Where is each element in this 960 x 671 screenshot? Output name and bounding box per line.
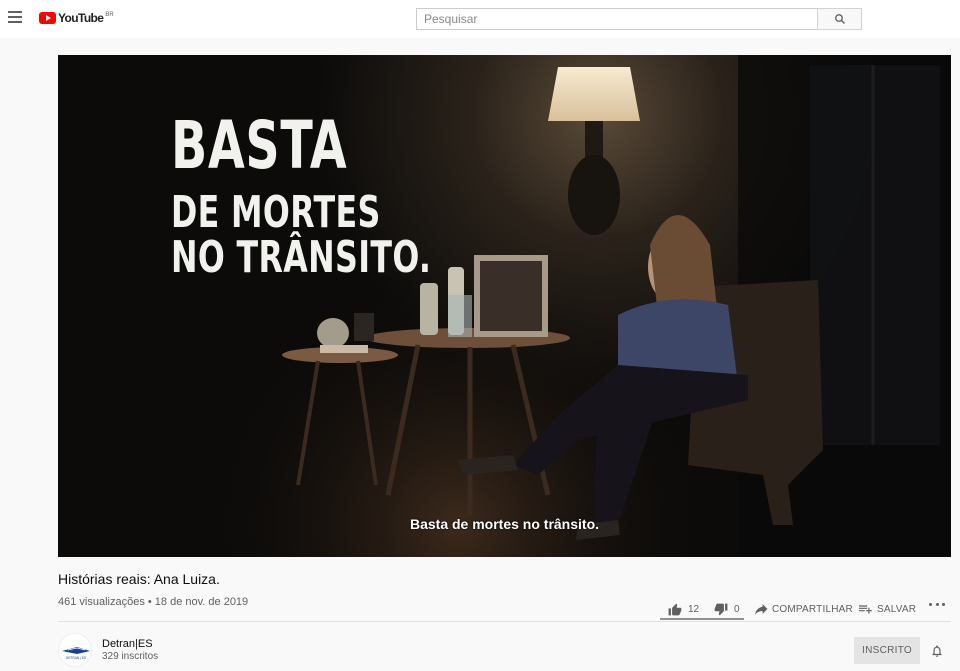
share-button[interactable]: COMPARTILHAR — [755, 596, 853, 622]
avatar-text: DETRAN | ES — [66, 656, 86, 660]
search-icon — [834, 14, 845, 24]
like-icon — [668, 603, 682, 615]
share-icon — [755, 603, 768, 615]
dislike-button[interactable]: 0 — [714, 596, 740, 622]
youtube-logo[interactable]: YouTube BR — [39, 11, 114, 27]
avatar[interactable]: DETRAN | ES — [58, 633, 92, 667]
save-button[interactable]: SALVAR — [859, 596, 916, 622]
more-icon[interactable] — [929, 600, 945, 608]
video-title: Histórias reais: Ana Luiza. — [58, 571, 220, 587]
view-count-date: 461 visualizações • 18 de nov. de 2019 — [58, 596, 249, 608]
masthead: YouTube BR — [0, 0, 960, 38]
like-count: 12 — [688, 603, 700, 615]
bell-icon[interactable] — [930, 644, 944, 658]
dislike-count: 0 — [734, 603, 740, 615]
divider — [58, 621, 951, 622]
share-label: COMPARTILHAR — [772, 603, 853, 615]
logo-text: YouTube — [58, 11, 104, 25]
youtube-logo-icon — [39, 12, 56, 24]
video-subtitle: Basta de mortes no trânsito. — [409, 516, 600, 532]
subscriber-count: 329 inscritos — [102, 651, 159, 662]
save-label: SALVAR — [877, 603, 917, 615]
search-input[interactable] — [416, 8, 818, 30]
overlay-title: BASTA DE MORTES NO TRÂNSITO. — [171, 113, 533, 281]
like-dislike-bar: 12 0 — [660, 591, 744, 620]
search-button[interactable] — [817, 8, 862, 30]
dislike-icon — [714, 603, 728, 615]
overlay-title-line: BASTA — [171, 107, 348, 184]
detran-logo: DETRAN | ES — [62, 647, 90, 660]
overlay-title-line: NO TRÂNSITO. — [171, 232, 432, 283]
channel-name[interactable]: Detran|ES — [102, 638, 153, 650]
logo-country: BR — [105, 12, 114, 18]
overlay-title-line: DE MORTES — [171, 187, 381, 238]
like-button[interactable]: 12 — [668, 596, 699, 622]
menu-icon[interactable] — [8, 11, 22, 23]
video-player[interactable]: BASTA DE MORTES NO TRÂNSITO. Basta de mo… — [58, 55, 951, 557]
subscribed-button[interactable]: INSCRITO — [854, 637, 920, 664]
save-playlist-icon — [859, 604, 872, 614]
